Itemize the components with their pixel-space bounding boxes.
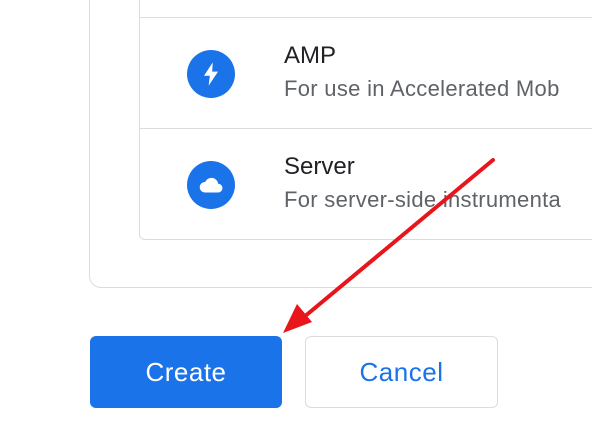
cancel-button[interactable]: Cancel	[305, 336, 498, 408]
platform-option-amp[interactable]: AMP For use in Accelerated Mob	[139, 17, 592, 128]
platform-option-description: For use in Accelerated Mob	[284, 76, 560, 101]
platform-option-server[interactable]: Server For server-side instrumenta	[139, 128, 592, 239]
lightning-bolt-icon	[187, 50, 235, 98]
platform-option-description: For server-side instrumenta	[284, 187, 562, 212]
create-stream-dialog: AMP For use in Accelerated Mob Server Fo…	[0, 0, 592, 444]
platform-option-title: Server	[284, 153, 355, 180]
create-button[interactable]: Create	[90, 336, 282, 408]
cloud-icon	[187, 161, 235, 209]
platform-option-title: AMP	[284, 42, 337, 69]
